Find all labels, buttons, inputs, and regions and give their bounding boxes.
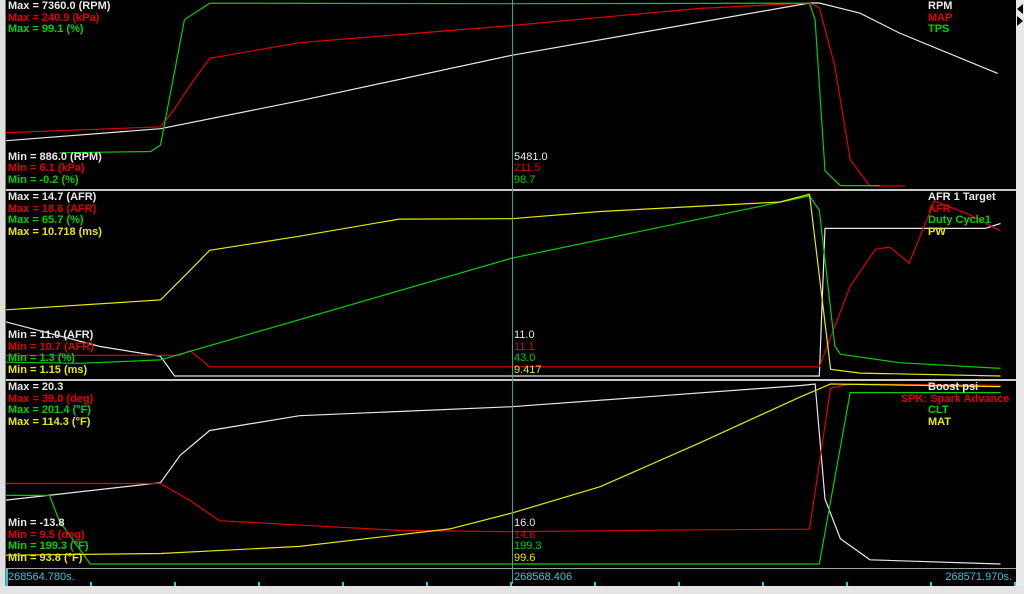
min-label: Min = 11.0 (AFR)	[8, 329, 94, 341]
trace-boost-psi	[6, 383, 1001, 565]
trace-rpm	[6, 2, 998, 142]
trace-duty-cycle1	[6, 195, 1001, 369]
legend-spk-spark-advance: SPK: Spark Advance	[901, 392, 1010, 405]
max-label: Max = 7360.0 (RPM)	[8, 0, 111, 12]
cursor-value: 99.6	[514, 551, 536, 564]
min-label: Min = 1.3 (%)	[8, 352, 75, 364]
scroll-strip[interactable]	[1016, 0, 1024, 586]
min-label: Min = 93.8 (°F)	[8, 551, 83, 564]
max-label: Max = 65.7 (%)	[8, 214, 84, 226]
legend-afr-1-target: AFR 1 Target	[928, 191, 996, 203]
trace-afr	[6, 200, 1001, 368]
graph-pane-ignition[interactable]: Max = 20.3 Min = -13.8 Boost psi 16.0 Max = …	[6, 381, 1016, 567]
legend-pw: PW	[928, 225, 946, 238]
trace-clt	[6, 392, 1001, 565]
cursor-value: 11.0	[514, 329, 535, 341]
time-end-label: 268571.970s.	[945, 571, 1012, 583]
legend-mat: MAT	[928, 415, 952, 428]
trace-mat	[6, 383, 1001, 556]
max-label: Max = 99.1 (%)	[8, 23, 84, 35]
min-label: Min = -13.8	[8, 517, 65, 529]
axis-left-edge	[6, 569, 8, 587]
trace-tps	[59, 2, 880, 187]
cursor-value: 16.0	[514, 517, 536, 529]
cursor-value: 98.7	[514, 173, 536, 186]
legend-boost-psi: Boost psi	[928, 381, 979, 393]
time-axis[interactable]: 268564.780s. 268568.406 268571.970s.	[6, 568, 1016, 587]
max-label: Max = 10.718 (ms)	[8, 225, 102, 238]
legend-duty-cycle1: Duty Cycle1	[928, 214, 991, 226]
scroll-left-arrow-icon[interactable]	[1017, 4, 1023, 14]
graph-pane-fuel[interactable]: Max = 14.7 (AFR) Min = 11.0 (AFR) AFR 1 Ta…	[6, 191, 1016, 379]
max-label: Max = 114.3 (°F)	[8, 415, 91, 428]
trace-spk-spark-advance	[6, 383, 1001, 533]
traces-fuel	[6, 193, 1001, 377]
scroll-right-arrow-icon[interactable]	[1017, 16, 1023, 26]
traces-ignition	[6, 383, 1001, 565]
cursor-value: 211.5	[514, 162, 541, 174]
min-label: Min = -0.2 (%)	[8, 173, 79, 186]
min-label: Min = 199.3 (°F)	[8, 540, 89, 552]
cursor-value: 9.417	[514, 363, 542, 376]
legend-clt: CLT	[928, 404, 949, 416]
trace-map	[6, 2, 905, 187]
legend-rpm: RPM	[928, 0, 953, 12]
graph-pane-engine[interactable]: Max = 7360.0 (RPM) Min = 886.0 (RPM) RPM 54…	[6, 0, 1016, 189]
datalog-graph[interactable]: Max = 7360.0 (RPM) Min = 886.0 (RPM) RPM 54…	[6, 0, 1016, 568]
max-label: Max = 14.7 (AFR)	[8, 191, 97, 203]
time-start-label: 268564.780s.	[8, 571, 75, 583]
bottom-border	[0, 586, 1024, 594]
time-cursor-label: 268568.406	[514, 571, 573, 583]
min-label: Min = 1.15 (ms)	[8, 363, 88, 376]
cursor-value: 199.3	[514, 540, 542, 552]
max-label: Max = 20.3	[8, 381, 64, 393]
traces-engine	[6, 2, 998, 187]
time-cursor-line[interactable]	[512, 0, 513, 584]
legend-tps: TPS	[928, 23, 950, 35]
min-label: Min = 6.1 (kPa)	[8, 162, 85, 174]
cursor-value: 43.0	[514, 352, 536, 364]
max-label: Max = 201.4 (°F)	[8, 404, 91, 416]
